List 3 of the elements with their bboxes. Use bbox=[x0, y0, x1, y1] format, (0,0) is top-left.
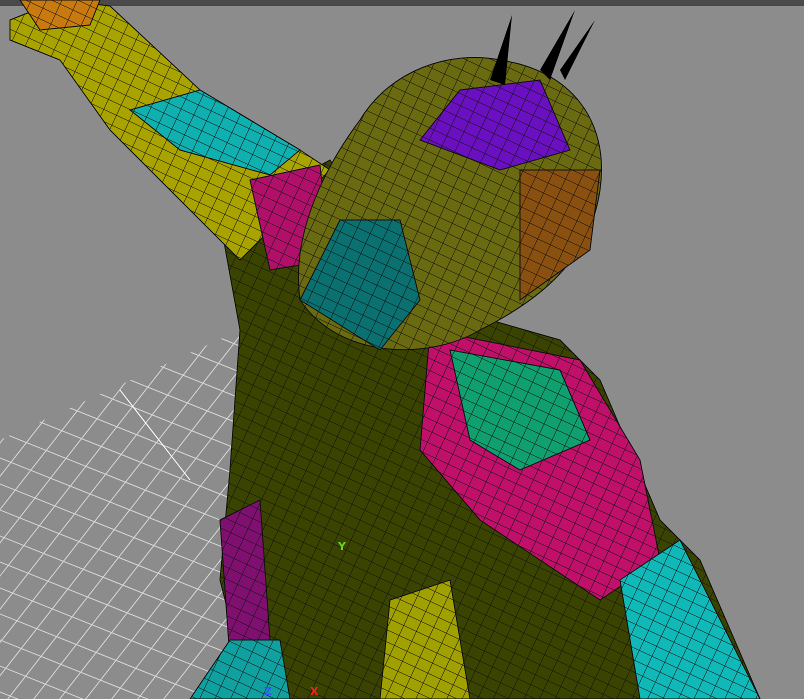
axis-label: X bbox=[310, 686, 318, 697]
axis-label: Y bbox=[338, 541, 346, 552]
axis-label: Z bbox=[264, 686, 272, 697]
